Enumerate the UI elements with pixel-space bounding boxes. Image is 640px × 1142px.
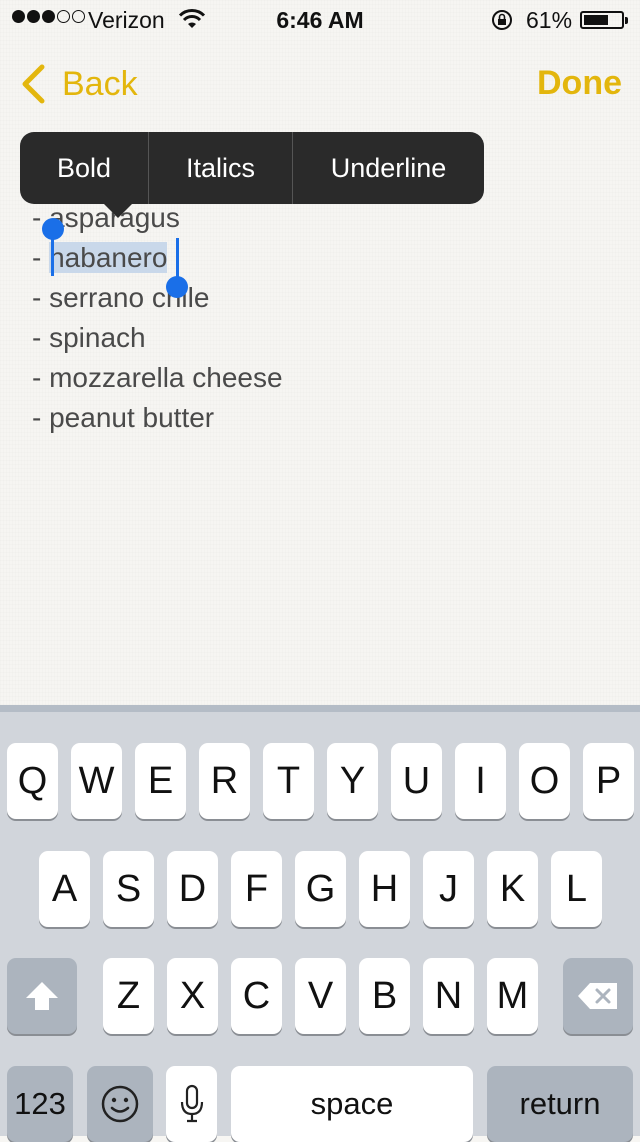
note-body[interactable]: - asparagus - habanero - serrano chile -…	[32, 198, 283, 438]
note-line: - peanut butter	[32, 402, 215, 433]
key-v[interactable]: V	[295, 958, 346, 1034]
status-bar: Verizon 6:46 AM 61%	[0, 0, 640, 40]
key-k[interactable]: K	[487, 851, 538, 927]
note-line: - asparagus	[32, 202, 180, 233]
emoji-key[interactable]	[87, 1066, 153, 1142]
selected-text[interactable]: habanero	[49, 242, 168, 273]
key-x[interactable]: X	[167, 958, 218, 1034]
delete-icon	[578, 983, 617, 1009]
microphone-icon	[180, 1084, 203, 1123]
key-p[interactable]: P	[583, 743, 634, 819]
key-f[interactable]: F	[231, 851, 282, 927]
key-s[interactable]: S	[103, 851, 154, 927]
underline-button[interactable]: Underline	[292, 132, 484, 204]
key-n[interactable]: N	[423, 958, 474, 1034]
shift-arrow-icon	[26, 982, 58, 1010]
key-d[interactable]: D	[167, 851, 218, 927]
key-c[interactable]: C	[231, 958, 282, 1034]
selection-start-handle[interactable]	[42, 218, 64, 240]
bold-button[interactable]: Bold	[20, 132, 148, 204]
selection-end-handle[interactable]	[166, 276, 188, 298]
note-line: - habanero	[32, 238, 283, 278]
key-j[interactable]: J	[423, 851, 474, 927]
dictation-key[interactable]	[166, 1066, 217, 1142]
format-popover: Bold Italics Underline	[20, 132, 484, 218]
chevron-left-icon	[22, 64, 45, 104]
italics-button[interactable]: Italics	[148, 132, 292, 204]
key-h[interactable]: H	[359, 851, 410, 927]
back-label: Back	[62, 64, 138, 103]
numbers-key[interactable]: 123	[7, 1066, 73, 1142]
key-t[interactable]: T	[263, 743, 314, 819]
keyboard: Q W E R T Y U I O P A S D F G H J K L Z …	[0, 705, 640, 1142]
battery-icon	[580, 11, 628, 29]
key-a[interactable]: A	[39, 851, 90, 927]
note-line: - mozzarella cheese	[32, 362, 283, 393]
battery-percent: 61%	[526, 7, 573, 33]
rotation-lock-icon	[492, 10, 512, 30]
popover-arrow	[102, 202, 134, 218]
key-w[interactable]: W	[71, 743, 122, 819]
key-g[interactable]: G	[295, 851, 346, 927]
return-key[interactable]: return	[487, 1066, 633, 1142]
line-dash: -	[32, 242, 50, 273]
space-key[interactable]: space	[231, 1066, 473, 1142]
key-m[interactable]: M	[487, 958, 538, 1034]
key-o[interactable]: O	[519, 743, 570, 819]
key-i[interactable]: I	[455, 743, 506, 819]
key-r[interactable]: R	[199, 743, 250, 819]
key-z[interactable]: Z	[103, 958, 154, 1034]
done-button[interactable]: Done	[537, 64, 622, 103]
key-q[interactable]: Q	[7, 743, 58, 819]
shift-key[interactable]	[7, 958, 77, 1034]
back-button[interactable]: Back	[20, 62, 138, 106]
key-e[interactable]: E	[135, 743, 186, 819]
key-b[interactable]: B	[359, 958, 410, 1034]
note-line: - spinach	[32, 322, 146, 353]
key-y[interactable]: Y	[327, 743, 378, 819]
smiley-icon	[101, 1085, 139, 1123]
key-l[interactable]: L	[551, 851, 602, 927]
note-line: - serrano chile	[32, 282, 210, 313]
delete-key[interactable]	[563, 958, 633, 1034]
key-u[interactable]: U	[391, 743, 442, 819]
